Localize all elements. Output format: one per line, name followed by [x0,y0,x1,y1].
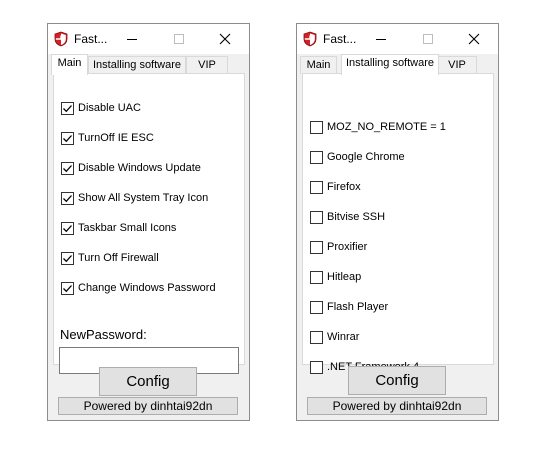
checkbox-box[interactable] [310,360,323,374]
tab-installing-software[interactable]: Installing software [88,56,186,74]
checkmark-icon [63,284,72,292]
minimize-icon[interactable] [121,28,143,50]
checkmark-icon [63,164,72,172]
checkbox-label: Show All System Tray Icon [78,192,209,204]
new-password-label: NewPassword: [60,327,147,342]
tab-strip: Main Installing software VIP [297,54,498,75]
checkbox-firefox[interactable]: Firefox [310,179,361,195]
window-main-tab: Fast... Main Installing software VIP Dis… [47,23,250,421]
window-installing-software-tab: Fast... Main Installing software VIP MOZ… [296,23,499,421]
checkbox-box[interactable] [61,101,74,115]
tab-vip[interactable]: VIP [186,56,228,74]
checkmark-icon [63,104,72,112]
checkbox-label: Bitvise SSH [327,211,386,223]
checkbox-label: Flash Player [327,301,389,313]
tab-installing-software[interactable]: Installing software [341,54,439,75]
checkbox-hitleap[interactable]: Hitleap [310,269,361,285]
checkbox-show-tray-icons[interactable]: Show All System Tray Icon [61,190,208,206]
checkbox-box[interactable] [310,240,323,254]
checkbox-bitvise-ssh[interactable]: Bitvise SSH [310,209,385,225]
checkbox-google-chrome[interactable]: Google Chrome [310,149,405,165]
checkbox-box[interactable] [310,210,323,224]
checkbox-turnoff-ie-esc[interactable]: TurnOff IE ESC [61,130,154,146]
checkbox-box[interactable] [61,221,74,235]
checkbox-box[interactable] [61,191,74,205]
config-button[interactable]: Config [99,367,197,396]
checkbox-label: Turn Off Firewall [78,252,159,264]
minimize-icon[interactable] [370,28,392,50]
checkbox-label: Disable UAC [78,102,141,114]
checkbox-box[interactable] [61,161,74,175]
checkbox-winrar[interactable]: Winrar [310,329,359,345]
checkbox-label: Change Windows Password [78,282,216,294]
main-tab-panel: Disable UAC TurnOff IE ESC Disable Windo… [53,73,245,374]
checkbox-box[interactable] [310,120,323,134]
checkbox-box[interactable] [61,251,74,265]
checkbox-label: Firefox [327,181,361,193]
checkbox-disable-windows-update[interactable]: Disable Windows Update [61,160,201,176]
checkbox-label: Hitleap [327,271,362,283]
window-title: Fast... [74,32,108,46]
checkbox-box[interactable] [61,281,74,295]
checkbox-taskbar-small-icons[interactable]: Taskbar Small Icons [61,220,176,236]
checkbox-label: MOZ_NO_REMOTE = 1 [327,121,446,133]
checkmark-icon [63,134,72,142]
checkbox-label: Winrar [327,331,360,343]
checkbox-box[interactable] [310,180,323,194]
tab-strip: Main Installing software VIP [48,54,249,75]
checkbox-disable-uac[interactable]: Disable UAC [61,100,141,116]
powered-by-button[interactable]: Powered by dinhtai92dn [307,397,487,415]
checkbox-box[interactable] [310,300,323,314]
checkbox-box[interactable] [310,330,323,344]
config-button[interactable]: Config [348,366,446,395]
tab-main[interactable]: Main [51,54,88,75]
title-bar[interactable]: Fast... [297,24,498,54]
maximize-icon[interactable] [417,28,439,50]
close-icon[interactable] [463,28,485,50]
checkbox-box[interactable] [61,131,74,145]
shield-icon [53,31,69,47]
checkmark-icon [63,254,72,262]
window-title: Fast... [323,32,357,46]
checkbox-label: Disable Windows Update [78,162,201,174]
shield-icon [302,31,318,47]
checkbox-change-windows-password[interactable]: Change Windows Password [61,280,216,296]
checkmark-icon [63,224,72,232]
checkbox-label: Taskbar Small Icons [78,222,177,234]
maximize-icon[interactable] [168,28,190,50]
checkbox-box[interactable] [310,150,323,164]
close-icon[interactable] [214,28,236,50]
checkbox-label: Proxifier [327,241,368,253]
tab-main[interactable]: Main [300,56,337,74]
checkbox-turn-off-firewall[interactable]: Turn Off Firewall [61,250,159,266]
installing-software-panel: MOZ_NO_REMOTE = 1 Google Chrome Firefox … [302,73,494,374]
title-bar[interactable]: Fast... [48,24,249,54]
tab-vip[interactable]: VIP [437,56,477,74]
checkbox-label: TurnOff IE ESC [78,132,154,144]
checkbox-box[interactable] [310,270,323,284]
checkbox-flash-player[interactable]: Flash Player [310,299,388,315]
checkbox-moz-no-remote[interactable]: MOZ_NO_REMOTE = 1 [310,119,446,135]
checkbox-proxifier[interactable]: Proxifier [310,239,367,255]
checkbox-label: Google Chrome [327,151,405,163]
checkmark-icon [63,194,72,202]
powered-by-button[interactable]: Powered by dinhtai92dn [58,397,238,415]
